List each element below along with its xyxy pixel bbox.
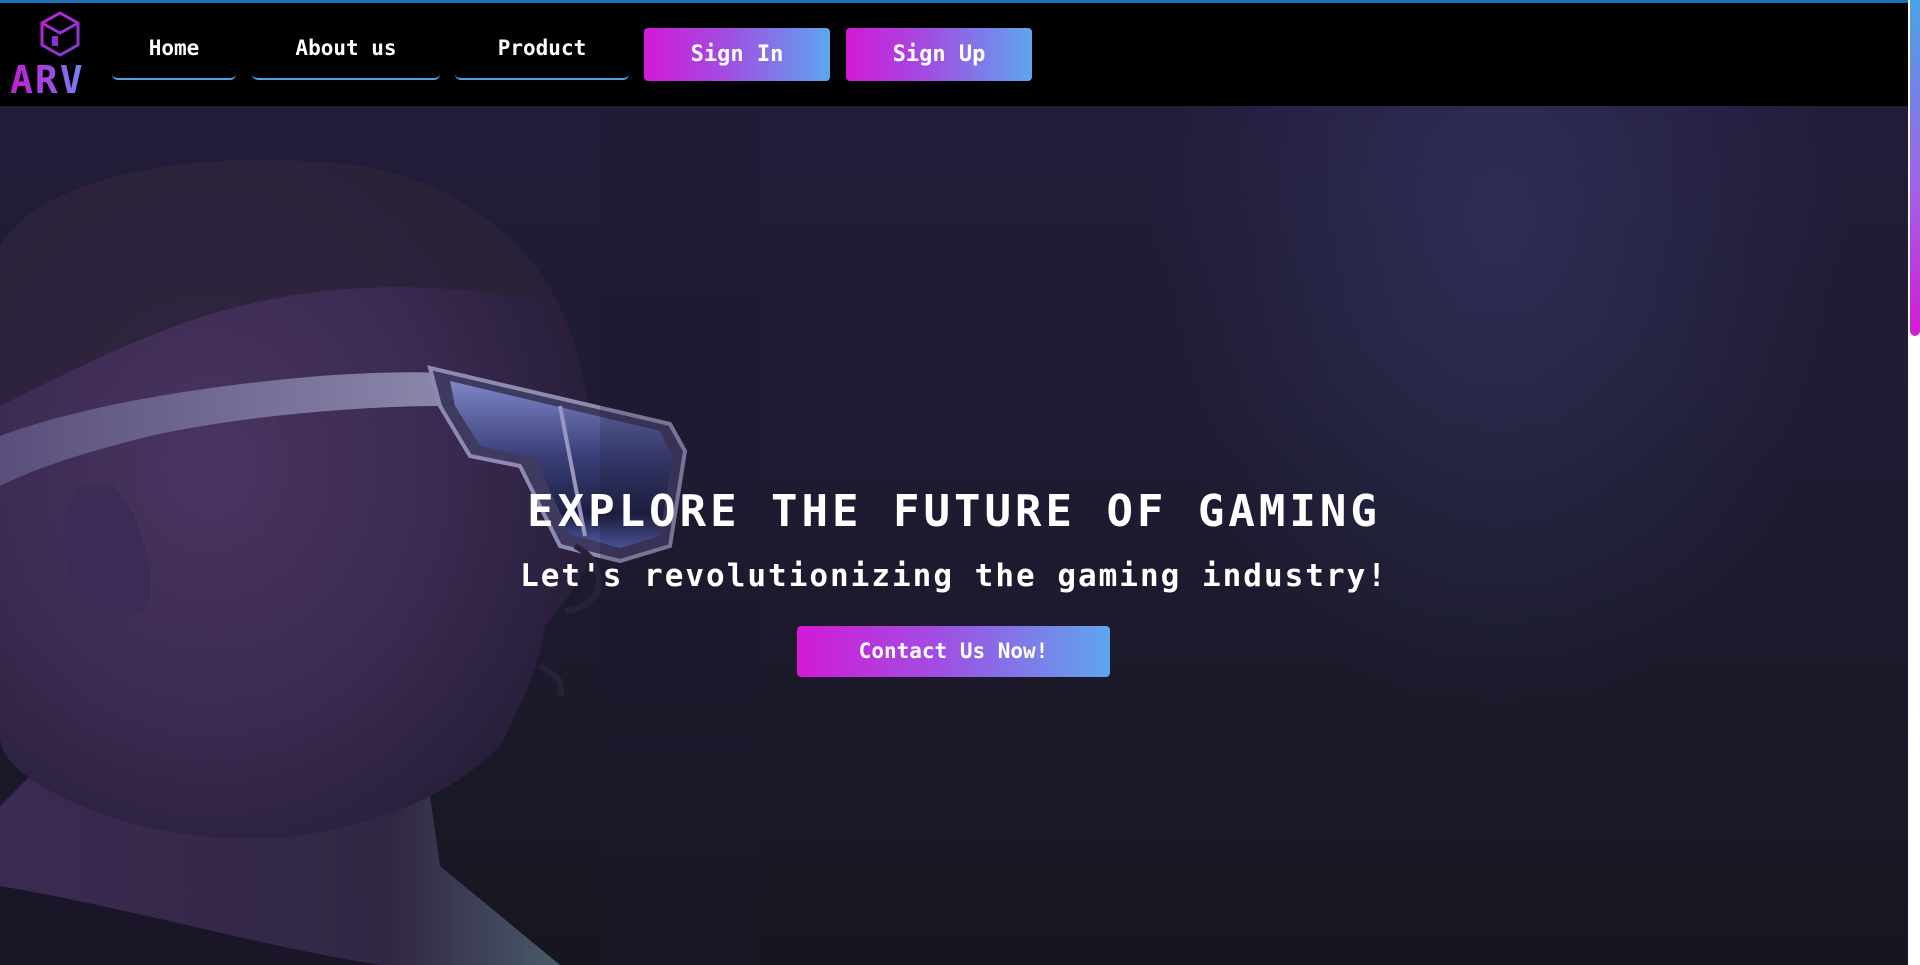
hero-content: EXPLORE THE FUTURE OF GAMING Let's revol… — [0, 106, 1908, 965]
sign-up-button[interactable]: Sign Up — [846, 28, 1032, 81]
nav-link-home[interactable]: Home — [112, 24, 236, 80]
hero-title: EXPLORE THE FUTURE OF GAMING — [527, 486, 1381, 537]
vertical-scrollbar[interactable] — [1908, 0, 1920, 965]
cube-icon — [40, 11, 80, 57]
nav-link-about[interactable]: About us — [252, 24, 440, 80]
contact-us-button[interactable]: Contact Us Now! — [797, 626, 1110, 677]
brand-logo[interactable]: ARV — [8, 8, 108, 100]
scrollbar-thumb[interactable] — [1910, 0, 1920, 336]
top-accent-line — [0, 0, 1908, 3]
sign-in-button[interactable]: Sign In — [644, 28, 830, 81]
page: ARV Home About us Product Sign In Sign U… — [0, 0, 1908, 965]
hero-section: EXPLORE THE FUTURE OF GAMING Let's revol… — [0, 106, 1908, 965]
nav-link-product[interactable]: Product — [455, 24, 629, 80]
brand-name: ARV — [10, 58, 85, 102]
navbar: ARV Home About us Product Sign In Sign U… — [0, 0, 1908, 106]
hero-subtitle: Let's revolutionizing the gaming industr… — [520, 558, 1388, 594]
